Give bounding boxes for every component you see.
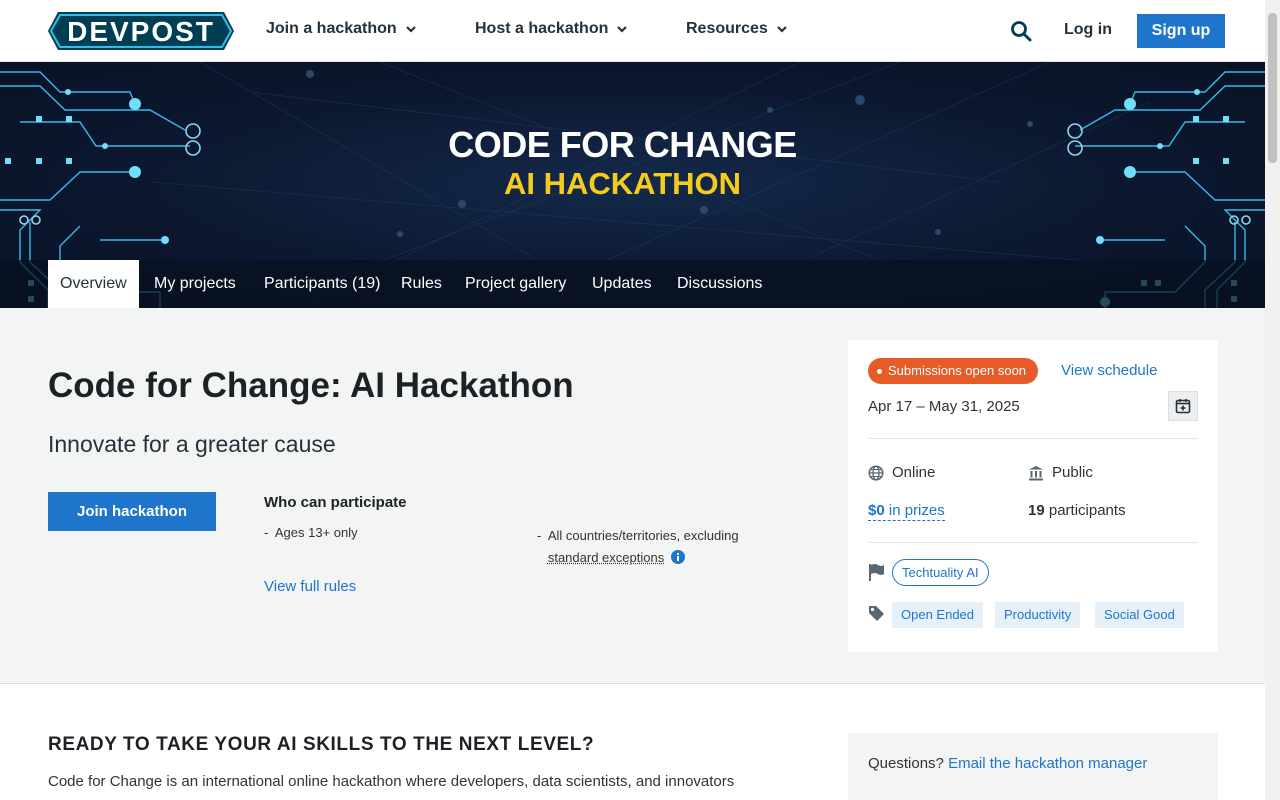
nav-resources[interactable]: Resources bbox=[686, 20, 788, 38]
section-intro: Code for Change is an international onli… bbox=[48, 773, 735, 790]
participant-suffix: participants bbox=[1048, 502, 1126, 519]
hackathon-tabs: Overview My projects Participants (19) R… bbox=[0, 260, 1265, 308]
participant-number: 19 bbox=[1028, 502, 1045, 519]
view-full-rules-link[interactable]: View full rules bbox=[264, 578, 356, 595]
location-text: Online bbox=[892, 464, 936, 481]
questions-box: Questions? Email the hackathon manager bbox=[848, 733, 1218, 800]
card-divider bbox=[868, 542, 1198, 543]
tab-rules[interactable]: Rules bbox=[389, 260, 454, 308]
devpost-logo[interactable]: DEVPOST bbox=[48, 12, 234, 50]
standard-exceptions-link[interactable]: standard exceptions bbox=[548, 550, 664, 565]
page-title: Code for Change: AI Hackathon bbox=[48, 366, 574, 405]
tab-project-gallery[interactable]: Project gallery bbox=[453, 260, 578, 308]
nav-label: Host a hackathon bbox=[475, 20, 609, 37]
status-badge: Submissions open soon bbox=[868, 358, 1039, 384]
login-link[interactable]: Log in bbox=[1064, 21, 1112, 39]
calendar-plus-icon bbox=[1175, 399, 1191, 414]
nav-join-hackathon[interactable]: Join a hackathon bbox=[266, 20, 417, 38]
banner-subtitle: AI HACKATHON bbox=[503, 166, 742, 201]
chevron-down-icon bbox=[617, 26, 628, 33]
eligibility-countries-text: All countries/territories, excluding bbox=[547, 528, 739, 543]
host-organization-tag[interactable]: Techtuality AI bbox=[892, 559, 989, 586]
nav-label: Join a hackathon bbox=[266, 20, 397, 37]
prize-suffix: in prizes bbox=[888, 502, 945, 519]
participants-count: 19 participants bbox=[1028, 502, 1126, 519]
prizes-link[interactable]: $0 in prizes bbox=[868, 502, 945, 521]
tab-discussions[interactable]: Discussions bbox=[665, 260, 774, 308]
institution-icon bbox=[1029, 465, 1043, 480]
visibility-info: Public bbox=[1028, 464, 1093, 481]
chevron-down-icon bbox=[405, 26, 416, 33]
signup-button[interactable]: Sign up bbox=[1137, 14, 1225, 48]
tab-updates[interactable]: Updates bbox=[580, 260, 664, 308]
nav-label: Resources bbox=[686, 20, 768, 37]
top-navbar: DEVPOST Join a hackathon Host a hackatho… bbox=[0, 0, 1265, 62]
tab-overview[interactable]: Overview bbox=[48, 260, 139, 308]
prize-amount: $0 bbox=[868, 502, 885, 519]
chevron-down-icon bbox=[777, 26, 787, 33]
add-to-calendar-button[interactable] bbox=[1168, 391, 1198, 421]
search-icon[interactable] bbox=[1010, 20, 1032, 42]
svg-text:DEVPOST: DEVPOST bbox=[67, 16, 215, 47]
hackathon-info-card: Submissions open soon View schedule Apr … bbox=[848, 340, 1218, 652]
theme-tag[interactable]: Productivity bbox=[995, 602, 1081, 628]
card-divider bbox=[868, 438, 1198, 439]
page-tagline: Innovate for a greater cause bbox=[48, 431, 336, 457]
eligibility-countries: - All countries/territories, excluding s… bbox=[537, 528, 739, 565]
flag-icon bbox=[869, 564, 884, 581]
tag-icon bbox=[869, 606, 884, 621]
join-hackathon-button[interactable]: Join hackathon bbox=[48, 492, 216, 531]
theme-tag[interactable]: Open Ended bbox=[892, 602, 984, 628]
section-heading: READY TO TAKE YOUR AI SKILLS TO THE NEXT… bbox=[48, 734, 595, 755]
who-can-participate-heading: Who can participate bbox=[264, 494, 407, 511]
overview-section: Code for Change: AI Hackathon Innovate f… bbox=[0, 308, 1265, 684]
hackathon-dates: Apr 17 – May 31, 2025 bbox=[868, 398, 1020, 415]
info-icon[interactable] bbox=[670, 550, 685, 564]
hackathon-banner: CODE FOR CHANGE AI HACKATHON Overview My… bbox=[0, 62, 1265, 308]
view-schedule-link[interactable]: View schedule bbox=[1061, 362, 1157, 379]
tab-my-projects[interactable]: My projects bbox=[142, 260, 248, 308]
theme-tag[interactable]: Social Good bbox=[1095, 602, 1184, 628]
nav-host-hackathon[interactable]: Host a hackathon bbox=[475, 20, 628, 38]
visibility-text: Public bbox=[1052, 464, 1093, 481]
globe-icon bbox=[868, 464, 884, 481]
page-scrollbar[interactable] bbox=[1265, 0, 1280, 800]
tab-participants[interactable]: Participants (19) bbox=[252, 260, 393, 308]
eligibility-age: - Ages 13+ only bbox=[264, 525, 358, 540]
scrollbar-thumb[interactable] bbox=[1268, 13, 1277, 163]
banner-title: CODE FOR CHANGE bbox=[448, 124, 797, 165]
location-info: Online bbox=[868, 464, 935, 481]
email-manager-link[interactable]: Email the hackathon manager bbox=[948, 755, 1147, 772]
questions-label: Questions? bbox=[868, 755, 944, 772]
eligibility-age-text: Ages 13+ only bbox=[274, 525, 358, 540]
